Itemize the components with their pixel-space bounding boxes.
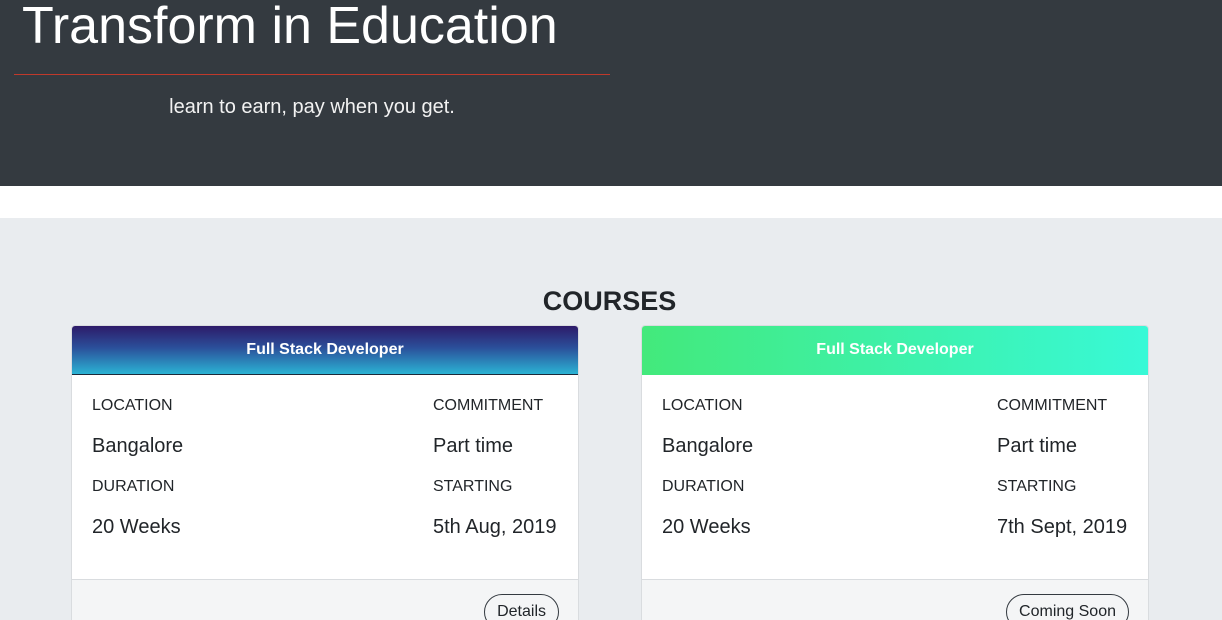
hero-banner: Transform in Education learn to earn, pa… [0,0,1222,186]
course-card-title: Full Stack Developer [72,326,578,375]
duration-label: DURATION [92,478,175,495]
course-card-footer: Coming Soon [642,579,1148,620]
commitment-label: COMMITMENT [997,397,1108,414]
starting-value: 5th Aug, 2019 [433,516,557,538]
location-value: Bangalore [662,435,754,457]
course-card: Full Stack Developer LOCATION Bangalore … [71,325,579,620]
hero-title: Transform in Education [22,0,558,55]
location-value: Bangalore [92,435,184,457]
details-button[interactable]: Details [484,594,559,620]
location-label: LOCATION [92,397,173,414]
commitment-value: Part time [997,435,1078,457]
section-spacer [0,186,1222,218]
hero-divider [14,74,610,75]
starting-label: STARTING [433,478,513,495]
course-card: Full Stack Developer LOCATION Bangalore … [641,325,1149,620]
courses-heading: COURSES [542,286,677,316]
location-label: LOCATION [662,397,743,414]
hero-subtitle: learn to earn, pay when you get. [169,96,455,118]
courses-section: COURSES Full Stack Developer LOCATION Ba… [0,218,1222,620]
coming-soon-button[interactable]: Coming Soon [1006,594,1129,620]
commitment-label: COMMITMENT [433,397,544,414]
duration-value: 20 Weeks [662,516,751,538]
starting-value: 7th Sept, 2019 [997,516,1128,538]
duration-value: 20 Weeks [92,516,181,538]
commitment-value: Part time [433,435,514,457]
course-card-footer: Details [72,579,578,620]
course-card-title: Full Stack Developer [642,326,1148,375]
duration-label: DURATION [662,478,745,495]
starting-label: STARTING [997,478,1077,495]
